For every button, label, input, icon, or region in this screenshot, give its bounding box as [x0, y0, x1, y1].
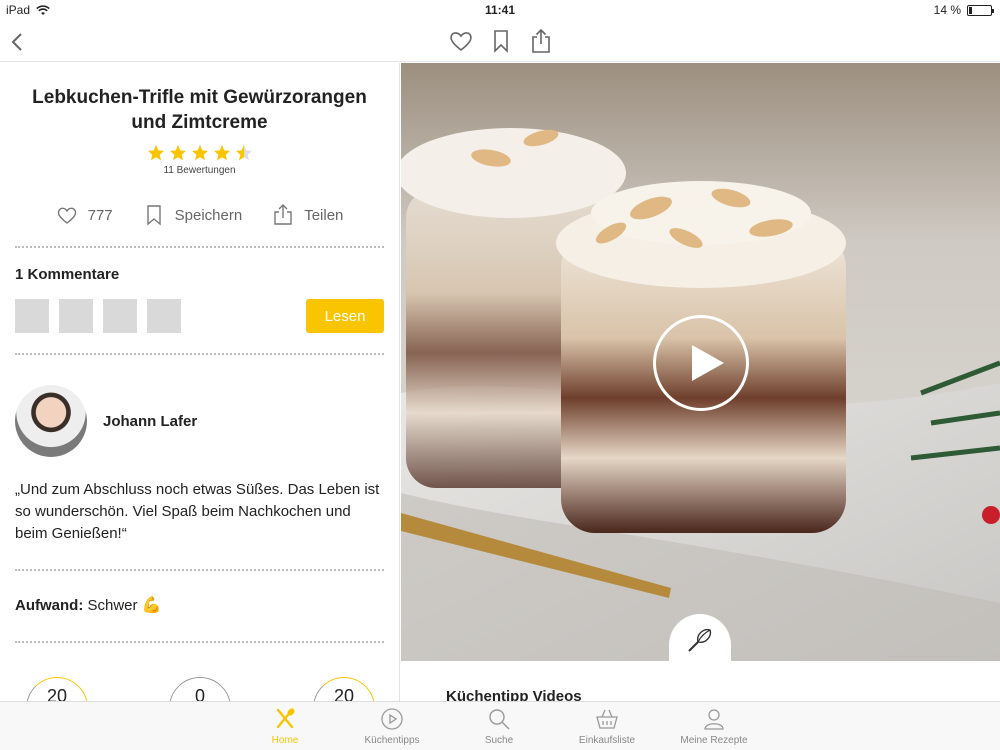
divider: [15, 569, 384, 571]
star-half-icon: [235, 145, 252, 161]
battery-icon: [967, 4, 994, 16]
save-button[interactable]: Speichern: [143, 204, 243, 226]
bookmark-icon: [146, 205, 161, 226]
share-icon: [274, 204, 292, 225]
effort-label: Aufwand:: [15, 597, 84, 614]
tab-home[interactable]: Home: [240, 707, 330, 746]
divider: [15, 246, 384, 248]
author-quote: „Und zum Abschluss noch etwas Süßes. Das…: [15, 481, 380, 542]
save-label: Speichern: [174, 206, 243, 224]
effort-value: Schwer: [87, 597, 138, 614]
wait-time-circle: 0: [169, 677, 231, 701]
play-video-button[interactable]: [653, 315, 749, 411]
recipe-detail-panel: Lebkuchen-Trifle mit Gewürzorangen und Z…: [0, 63, 400, 701]
star-full-icon: [191, 145, 208, 161]
back-chevron-icon[interactable]: [8, 31, 28, 53]
star-full-icon: [147, 145, 164, 161]
rating-count: 11 Bewertungen: [163, 165, 236, 176]
divider: [15, 641, 384, 643]
author-row[interactable]: Johann Lafer: [0, 385, 399, 457]
divider: [15, 353, 384, 355]
recipe-hero-image: [401, 63, 1000, 661]
prep-time-circle: 20: [26, 677, 88, 701]
star-full-icon: [169, 145, 186, 161]
share-button[interactable]: Teilen: [272, 204, 343, 226]
read-comments-button[interactable]: Lesen: [306, 299, 384, 333]
play-icon: [381, 708, 403, 730]
basket-icon: [596, 709, 618, 729]
author-name: Johann Lafer: [103, 412, 198, 430]
tab-einkaufsliste[interactable]: Einkaufsliste: [562, 707, 652, 746]
total-time-circle: 20: [313, 677, 375, 701]
star-rating: [0, 144, 399, 162]
comment-avatar-placeholder: [59, 299, 93, 333]
like-count: 777: [87, 206, 113, 224]
whisk-icon: [688, 628, 712, 652]
share-label: Teilen: [304, 206, 344, 224]
clock: 11:41: [484, 3, 516, 17]
status-bar: iPad 11:41 14 %: [0, 0, 1000, 20]
recipe-actions: 777 Speichern Teilen: [0, 204, 399, 226]
comments-title: 1 Kommentare: [15, 266, 120, 283]
search-icon: [489, 709, 510, 730]
bookmark-icon[interactable]: [488, 28, 514, 54]
tab-meine-rezepte[interactable]: Meine Rezepte: [669, 707, 759, 746]
recipe-title: Lebkuchen-Trifle mit Gewürzorangen und Z…: [32, 87, 367, 133]
flexed-biceps-icon: 💪: [141, 597, 162, 614]
heart-icon: [57, 207, 76, 224]
tab-kuechentipps[interactable]: Küchentipps: [347, 707, 437, 746]
heart-icon[interactable]: [448, 28, 474, 54]
comment-avatar-placeholder: [103, 299, 137, 333]
navigation-bar: [0, 22, 1000, 62]
battery-percent: 14 %: [933, 3, 961, 17]
tab-bar: Home Küchentipps Suche Einkaufsliste Mei…: [0, 701, 1000, 750]
effort-row: Aufwand: Schwer 💪: [0, 595, 399, 615]
fork-spoon-icon: [276, 708, 295, 729]
comment-avatar-placeholder: [147, 299, 181, 333]
share-icon[interactable]: [528, 28, 554, 54]
comment-avatar-placeholder: [15, 299, 49, 333]
like-button[interactable]: 777: [56, 204, 113, 226]
tab-suche[interactable]: Suche: [454, 707, 544, 746]
star-full-icon: [213, 145, 230, 161]
avatar: [15, 385, 87, 457]
person-icon: [704, 709, 724, 730]
